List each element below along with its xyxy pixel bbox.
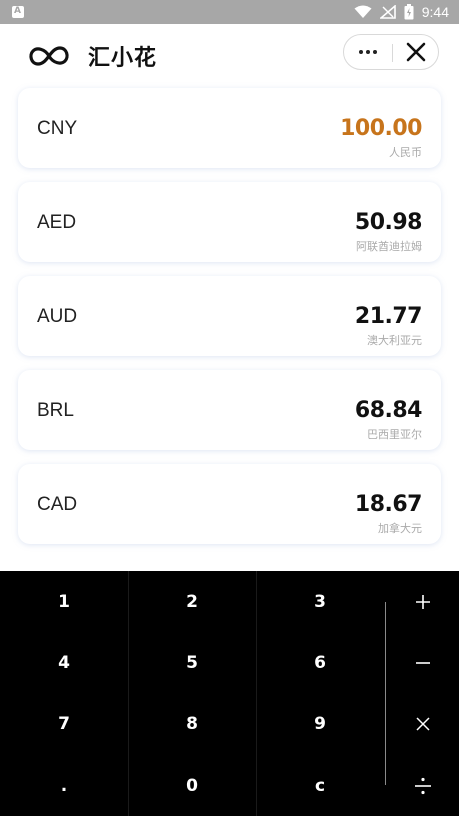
close-button[interactable]	[393, 35, 439, 69]
mini-program-capsule	[343, 34, 439, 70]
currency-code: CNY	[37, 118, 78, 139]
more-dots-icon	[359, 50, 377, 54]
key-9[interactable]: 9	[256, 693, 384, 754]
currency-code: BRL	[37, 400, 74, 421]
key-1[interactable]: 1	[0, 571, 128, 632]
key-6[interactable]: 6	[256, 632, 384, 693]
close-icon	[406, 42, 426, 62]
currency-value: 50.98	[354, 210, 423, 235]
plus-icon	[415, 594, 430, 609]
minus-icon	[415, 661, 430, 664]
currency-card-cny[interactable]: CNY 100.00 人民币	[18, 88, 441, 168]
multiply-button[interactable]	[386, 693, 459, 754]
currency-name: 巴西里亚尔	[367, 428, 422, 441]
key-4[interactable]: 4	[0, 632, 128, 693]
key-2[interactable]: 2	[128, 571, 256, 632]
currency-name: 加拿大元	[378, 522, 422, 535]
currency-card-aud[interactable]: AUD 21.77 澳大利亚元	[18, 276, 441, 356]
keypad: 1 2 3 4 5 6 7 8 9 . 0 c	[0, 571, 459, 816]
key-5[interactable]: 5	[128, 632, 256, 693]
app-title: 汇小花	[88, 46, 158, 71]
minus-button[interactable]	[386, 632, 459, 693]
currency-code: AED	[37, 212, 77, 233]
currency-code: AUD	[37, 306, 78, 327]
currency-value: 18.67	[354, 492, 423, 517]
currency-name: 澳大利亚元	[367, 334, 422, 347]
multiply-icon	[415, 716, 430, 731]
currency-value: 21.77	[354, 304, 423, 329]
currency-value: 68.84	[354, 398, 423, 423]
key-7[interactable]: 7	[0, 693, 128, 754]
status-bar: A 9:44	[0, 0, 459, 24]
currency-code: CAD	[37, 494, 78, 515]
divide-button[interactable]	[386, 755, 459, 816]
key-decimal[interactable]: .	[0, 755, 128, 816]
status-time: 9:44	[421, 4, 449, 20]
currency-value: 100.00	[340, 116, 422, 141]
plus-button[interactable]	[386, 571, 459, 632]
key-8[interactable]: 8	[128, 693, 256, 754]
app-header: 汇小花	[0, 24, 459, 86]
key-clear[interactable]: c	[256, 755, 384, 816]
more-button[interactable]	[344, 35, 392, 69]
divide-icon	[414, 777, 431, 794]
battery-icon	[404, 4, 414, 20]
key-3[interactable]: 3	[256, 571, 384, 632]
currency-card-cad[interactable]: CAD 18.67 加拿大元	[18, 464, 441, 544]
currency-card-brl[interactable]: BRL 68.84 巴西里亚尔	[18, 370, 441, 450]
currency-name: 人民币	[389, 146, 422, 159]
wifi-icon	[354, 5, 372, 18]
signal-icon	[379, 5, 396, 19]
currency-card-aed[interactable]: AED 50.98 阿联酋迪拉姆	[18, 182, 441, 262]
infinity-logo-icon	[29, 46, 69, 66]
notification-letter: A	[14, 6, 21, 16]
key-0[interactable]: 0	[128, 755, 256, 816]
currency-name: 阿联酋迪拉姆	[356, 240, 422, 253]
